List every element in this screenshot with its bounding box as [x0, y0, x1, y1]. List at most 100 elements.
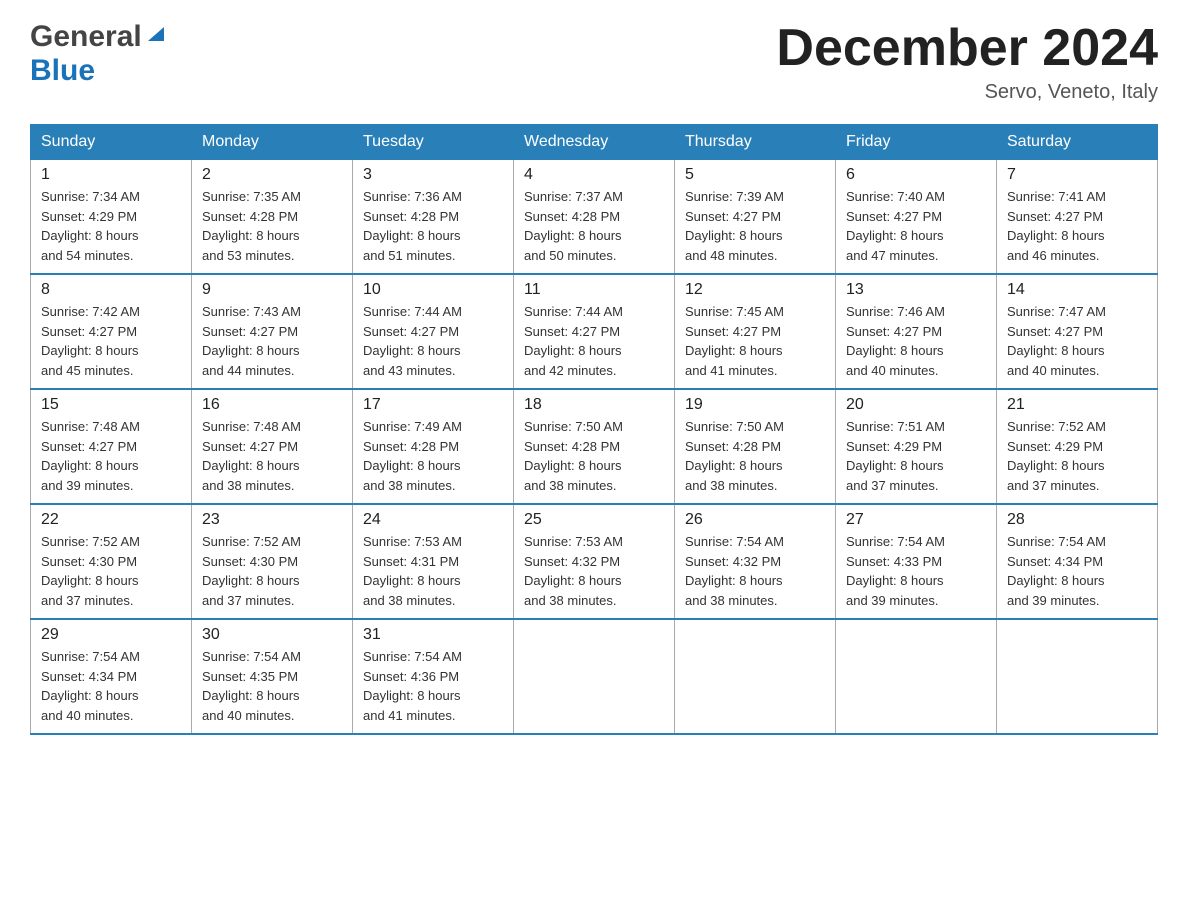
day-number: 15 — [41, 396, 181, 414]
calendar-cell — [675, 619, 836, 734]
day-number: 25 — [524, 511, 664, 529]
calendar-week-2: 8 Sunrise: 7:42 AM Sunset: 4:27 PM Dayli… — [31, 274, 1158, 389]
calendar-cell: 20 Sunrise: 7:51 AM Sunset: 4:29 PM Dayl… — [836, 389, 997, 504]
day-number: 3 — [363, 166, 503, 184]
logo-blue-text: Blue — [30, 54, 95, 87]
calendar-cell: 31 Sunrise: 7:54 AM Sunset: 4:36 PM Dayl… — [353, 619, 514, 734]
calendar-cell: 10 Sunrise: 7:44 AM Sunset: 4:27 PM Dayl… — [353, 274, 514, 389]
calendar-cell: 1 Sunrise: 7:34 AM Sunset: 4:29 PM Dayli… — [31, 160, 192, 275]
calendar-week-1: 1 Sunrise: 7:34 AM Sunset: 4:29 PM Dayli… — [31, 160, 1158, 275]
day-number: 13 — [846, 281, 986, 299]
day-info: Sunrise: 7:48 AM Sunset: 4:27 PM Dayligh… — [41, 417, 181, 495]
day-info: Sunrise: 7:50 AM Sunset: 4:28 PM Dayligh… — [524, 417, 664, 495]
calendar-cell: 21 Sunrise: 7:52 AM Sunset: 4:29 PM Dayl… — [997, 389, 1158, 504]
col-wednesday: Wednesday — [514, 125, 675, 160]
col-tuesday: Tuesday — [353, 125, 514, 160]
day-number: 22 — [41, 511, 181, 529]
day-info: Sunrise: 7:53 AM Sunset: 4:31 PM Dayligh… — [363, 532, 503, 610]
calendar-cell: 5 Sunrise: 7:39 AM Sunset: 4:27 PM Dayli… — [675, 160, 836, 275]
col-thursday: Thursday — [675, 125, 836, 160]
calendar-cell: 11 Sunrise: 7:44 AM Sunset: 4:27 PM Dayl… — [514, 274, 675, 389]
day-number: 9 — [202, 281, 342, 299]
day-number: 10 — [363, 281, 503, 299]
calendar-cell: 7 Sunrise: 7:41 AM Sunset: 4:27 PM Dayli… — [997, 160, 1158, 275]
day-number: 20 — [846, 396, 986, 414]
calendar-cell: 17 Sunrise: 7:49 AM Sunset: 4:28 PM Dayl… — [353, 389, 514, 504]
day-number: 12 — [685, 281, 825, 299]
day-info: Sunrise: 7:52 AM Sunset: 4:30 PM Dayligh… — [202, 532, 342, 610]
calendar-cell — [514, 619, 675, 734]
calendar-cell: 18 Sunrise: 7:50 AM Sunset: 4:28 PM Dayl… — [514, 389, 675, 504]
calendar-cell: 12 Sunrise: 7:45 AM Sunset: 4:27 PM Dayl… — [675, 274, 836, 389]
day-info: Sunrise: 7:34 AM Sunset: 4:29 PM Dayligh… — [41, 187, 181, 265]
day-number: 29 — [41, 626, 181, 644]
day-number: 18 — [524, 396, 664, 414]
day-number: 31 — [363, 626, 503, 644]
calendar-cell: 15 Sunrise: 7:48 AM Sunset: 4:27 PM Dayl… — [31, 389, 192, 504]
calendar-cell: 14 Sunrise: 7:47 AM Sunset: 4:27 PM Dayl… — [997, 274, 1158, 389]
col-friday: Friday — [836, 125, 997, 160]
calendar-cell: 22 Sunrise: 7:52 AM Sunset: 4:30 PM Dayl… — [31, 504, 192, 619]
calendar-cell: 8 Sunrise: 7:42 AM Sunset: 4:27 PM Dayli… — [31, 274, 192, 389]
day-info: Sunrise: 7:50 AM Sunset: 4:28 PM Dayligh… — [685, 417, 825, 495]
day-info: Sunrise: 7:54 AM Sunset: 4:36 PM Dayligh… — [363, 647, 503, 725]
calendar-cell: 25 Sunrise: 7:53 AM Sunset: 4:32 PM Dayl… — [514, 504, 675, 619]
calendar-cell: 2 Sunrise: 7:35 AM Sunset: 4:28 PM Dayli… — [192, 160, 353, 275]
calendar-cell: 6 Sunrise: 7:40 AM Sunset: 4:27 PM Dayli… — [836, 160, 997, 275]
day-info: Sunrise: 7:42 AM Sunset: 4:27 PM Dayligh… — [41, 302, 181, 380]
calendar-cell: 9 Sunrise: 7:43 AM Sunset: 4:27 PM Dayli… — [192, 274, 353, 389]
calendar-week-5: 29 Sunrise: 7:54 AM Sunset: 4:34 PM Dayl… — [31, 619, 1158, 734]
day-number: 24 — [363, 511, 503, 529]
day-number: 7 — [1007, 166, 1147, 184]
day-number: 28 — [1007, 511, 1147, 529]
day-info: Sunrise: 7:44 AM Sunset: 4:27 PM Dayligh… — [363, 302, 503, 380]
day-number: 5 — [685, 166, 825, 184]
day-number: 27 — [846, 511, 986, 529]
calendar-cell: 4 Sunrise: 7:37 AM Sunset: 4:28 PM Dayli… — [514, 160, 675, 275]
col-saturday: Saturday — [997, 125, 1158, 160]
day-info: Sunrise: 7:48 AM Sunset: 4:27 PM Dayligh… — [202, 417, 342, 495]
day-number: 6 — [846, 166, 986, 184]
col-sunday: Sunday — [31, 125, 192, 160]
day-number: 1 — [41, 166, 181, 184]
day-number: 11 — [524, 281, 664, 299]
calendar-week-4: 22 Sunrise: 7:52 AM Sunset: 4:30 PM Dayl… — [31, 504, 1158, 619]
day-number: 14 — [1007, 281, 1147, 299]
calendar-cell — [836, 619, 997, 734]
calendar-cell: 28 Sunrise: 7:54 AM Sunset: 4:34 PM Dayl… — [997, 504, 1158, 619]
day-info: Sunrise: 7:54 AM Sunset: 4:33 PM Dayligh… — [846, 532, 986, 610]
calendar-header-row: Sunday Monday Tuesday Wednesday Thursday… — [31, 125, 1158, 160]
day-number: 2 — [202, 166, 342, 184]
day-info: Sunrise: 7:37 AM Sunset: 4:28 PM Dayligh… — [524, 187, 664, 265]
day-info: Sunrise: 7:54 AM Sunset: 4:34 PM Dayligh… — [1007, 532, 1147, 610]
logo: General Blue — [30, 20, 166, 88]
calendar-cell: 16 Sunrise: 7:48 AM Sunset: 4:27 PM Dayl… — [192, 389, 353, 504]
day-info: Sunrise: 7:40 AM Sunset: 4:27 PM Dayligh… — [846, 187, 986, 265]
day-info: Sunrise: 7:52 AM Sunset: 4:30 PM Dayligh… — [41, 532, 181, 610]
day-info: Sunrise: 7:47 AM Sunset: 4:27 PM Dayligh… — [1007, 302, 1147, 380]
day-info: Sunrise: 7:49 AM Sunset: 4:28 PM Dayligh… — [363, 417, 503, 495]
day-info: Sunrise: 7:51 AM Sunset: 4:29 PM Dayligh… — [846, 417, 986, 495]
calendar-cell: 30 Sunrise: 7:54 AM Sunset: 4:35 PM Dayl… — [192, 619, 353, 734]
col-monday: Monday — [192, 125, 353, 160]
calendar-cell: 26 Sunrise: 7:54 AM Sunset: 4:32 PM Dayl… — [675, 504, 836, 619]
calendar-cell: 29 Sunrise: 7:54 AM Sunset: 4:34 PM Dayl… — [31, 619, 192, 734]
day-info: Sunrise: 7:53 AM Sunset: 4:32 PM Dayligh… — [524, 532, 664, 610]
day-info: Sunrise: 7:45 AM Sunset: 4:27 PM Dayligh… — [685, 302, 825, 380]
day-number: 26 — [685, 511, 825, 529]
day-info: Sunrise: 7:36 AM Sunset: 4:28 PM Dayligh… — [363, 187, 503, 265]
day-info: Sunrise: 7:46 AM Sunset: 4:27 PM Dayligh… — [846, 302, 986, 380]
calendar-cell: 23 Sunrise: 7:52 AM Sunset: 4:30 PM Dayl… — [192, 504, 353, 619]
calendar-table: Sunday Monday Tuesday Wednesday Thursday… — [30, 124, 1158, 735]
calendar-cell: 19 Sunrise: 7:50 AM Sunset: 4:28 PM Dayl… — [675, 389, 836, 504]
day-info: Sunrise: 7:54 AM Sunset: 4:35 PM Dayligh… — [202, 647, 342, 725]
calendar-cell: 13 Sunrise: 7:46 AM Sunset: 4:27 PM Dayl… — [836, 274, 997, 389]
calendar-cell: 27 Sunrise: 7:54 AM Sunset: 4:33 PM Dayl… — [836, 504, 997, 619]
location-text: Servo, Veneto, Italy — [776, 81, 1158, 104]
logo-general-text: General — [30, 20, 142, 54]
day-info: Sunrise: 7:35 AM Sunset: 4:28 PM Dayligh… — [202, 187, 342, 265]
day-number: 8 — [41, 281, 181, 299]
day-info: Sunrise: 7:44 AM Sunset: 4:27 PM Dayligh… — [524, 302, 664, 380]
day-number: 17 — [363, 396, 503, 414]
day-info: Sunrise: 7:54 AM Sunset: 4:34 PM Dayligh… — [41, 647, 181, 725]
